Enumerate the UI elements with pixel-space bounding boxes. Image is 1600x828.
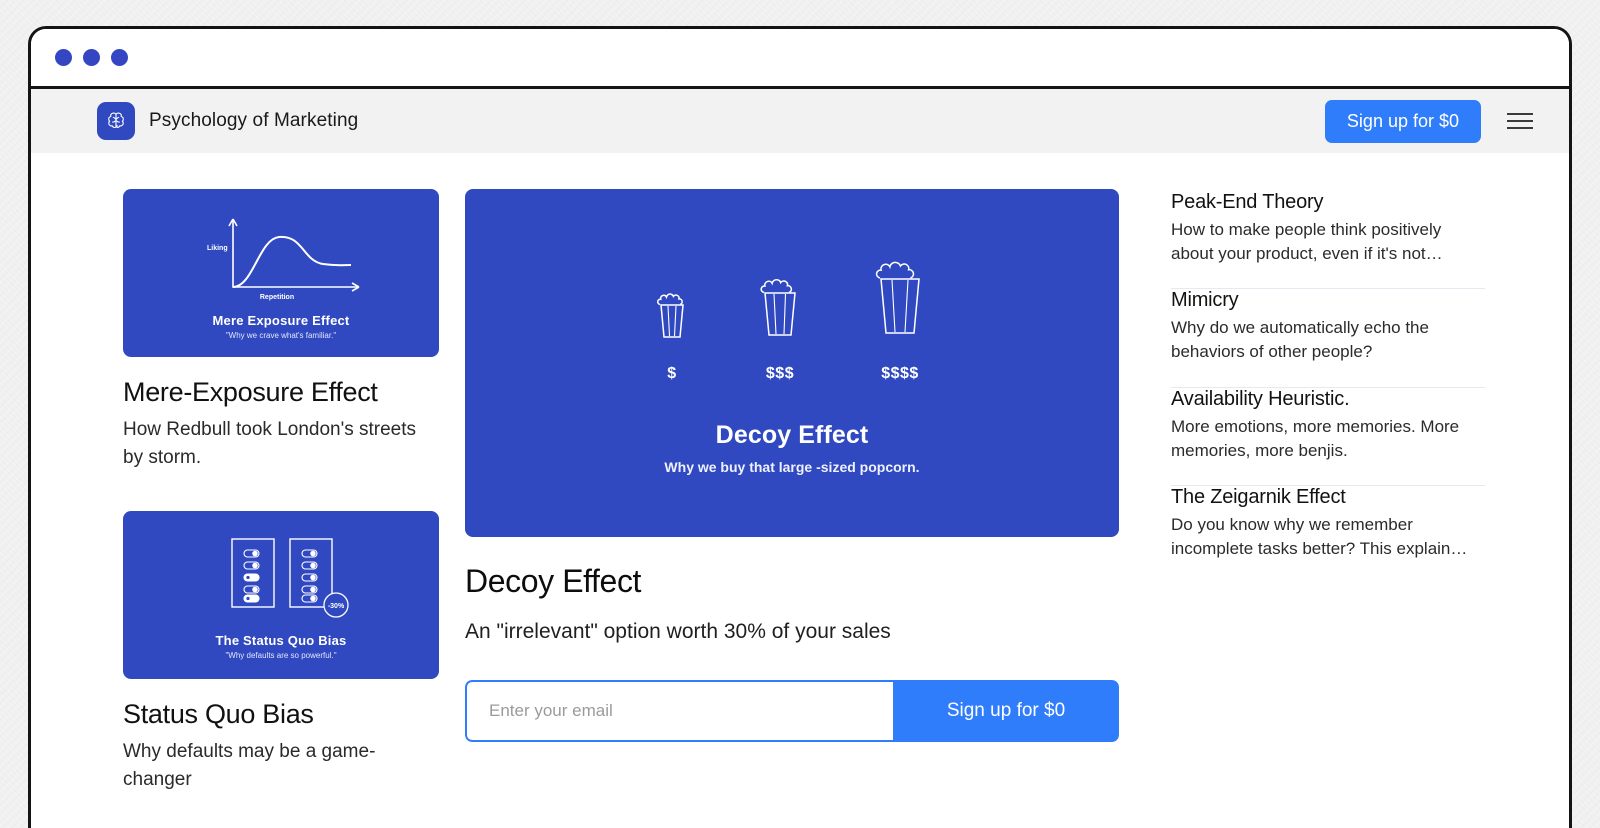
browser-titlebar: [31, 29, 1569, 89]
list-item[interactable]: Availability Heuristic. More emotions, m…: [1171, 388, 1485, 485]
article-title: Availability Heuristic.: [1171, 387, 1350, 410]
article-title: The Zeigarnik Effect: [1171, 485, 1346, 508]
popcorn-option-small: $: [649, 285, 695, 383]
popcorn-icon: [656, 293, 684, 338]
status-quo-toggles-icon: -30%: [231, 537, 349, 618]
brain-icon: [97, 102, 135, 140]
brand-title: Psychology of Marketing: [149, 110, 359, 131]
hero-card-decoy-effect[interactable]: $ $$$ $$$$ Decoy Effect Why we buy that …: [465, 189, 1119, 537]
article-description: How to make people think positively abou…: [1171, 220, 1443, 264]
entry-title-mere-exposure[interactable]: Mere-Exposure Effect: [123, 377, 439, 408]
left-column-spacer: [123, 471, 439, 511]
popcorn-row: $ $$$ $$$$: [649, 251, 935, 383]
center-column: $ $$$ $$$$ Decoy Effect Why we buy that …: [465, 189, 1119, 828]
desktop-background: Psychology of Marketing Sign up for $0 L…: [0, 0, 1600, 828]
page-body: Liking Repetition Mere Exposure Effect "…: [31, 153, 1569, 828]
svg-text:Liking: Liking: [207, 245, 228, 252]
svg-text:-30%: -30%: [328, 603, 345, 610]
popcorn-option-large: $$$$: [865, 251, 935, 383]
brand[interactable]: Psychology of Marketing: [97, 102, 358, 140]
list-item[interactable]: Peak-End Theory How to make people think…: [1171, 191, 1485, 288]
right-column: Peak-End Theory How to make people think…: [1145, 189, 1485, 828]
article-description: Do you know why we remember incomplete t…: [1171, 514, 1468, 558]
signup-form: Sign up for $0: [465, 680, 1119, 742]
page-subtitle: An "irrelevant" option worth 30% of your…: [465, 620, 891, 643]
hamburger-line: [1507, 120, 1533, 122]
hamburger-menu-icon[interactable]: [1503, 109, 1537, 133]
email-input[interactable]: [465, 680, 893, 742]
popcorn-option-medium: $$$: [751, 269, 809, 383]
thumbnail-caption-title: Mere Exposure Effect: [212, 312, 350, 328]
window-dot-close[interactable]: [55, 49, 72, 66]
popcorn-icon: [875, 261, 920, 334]
article-title: Peak-End Theory: [1171, 191, 1324, 213]
entry-description-status-quo: Why defaults may be a game-changer: [123, 741, 376, 790]
header-signup-button[interactable]: Sign up for $0: [1324, 99, 1481, 143]
site-header: Psychology of Marketing Sign up for $0: [31, 89, 1569, 153]
list-item[interactable]: The Zeigarnik Effect Do you know why we …: [1171, 486, 1485, 583]
browser-window: Psychology of Marketing Sign up for $0 L…: [28, 26, 1572, 828]
article-description: Why do we automatically echo the behavio…: [1171, 318, 1429, 362]
svg-text:Repetition: Repetition: [260, 294, 294, 301]
popcorn-icon: [760, 278, 796, 336]
article-title: Mimicry: [1171, 289, 1239, 312]
entry-description-mere-exposure: How Redbull took London's streets by sto…: [123, 419, 417, 468]
thumbnail-caption-subtitle: "Why defaults are so powerful.": [225, 650, 337, 660]
thumbnail-caption-subtitle: "Why we crave what's familiar.": [225, 330, 337, 340]
thumbnail-card-mere-exposure[interactable]: Liking Repetition Mere Exposure Effect "…: [123, 189, 439, 357]
popcorn-price-small: $: [667, 365, 677, 382]
thumbnail-caption-title: The Status Quo Bias: [215, 632, 347, 648]
window-dot-minimize[interactable]: [83, 49, 100, 66]
popcorn-price-medium: $$$: [765, 365, 795, 382]
page-title[interactable]: Decoy Effect: [465, 563, 1119, 600]
entry-title-status-quo[interactable]: Status Quo Bias: [123, 699, 439, 730]
hamburger-line: [1507, 113, 1533, 115]
left-column: Liking Repetition Mere Exposure Effect "…: [123, 189, 439, 828]
mere-exposure-chart-icon: Liking Repetition: [207, 218, 360, 301]
thumbnail-card-status-quo[interactable]: -30% The Status Quo Bias "Why defaults a…: [123, 511, 439, 680]
article-description: More emotions, more memories. More memor…: [1171, 416, 1460, 460]
popcorn-price-large: $$$$: [881, 365, 919, 382]
signup-submit-button[interactable]: Sign up for $0: [893, 680, 1119, 742]
window-controls: [55, 49, 128, 66]
header-actions: Sign up for $0: [1324, 99, 1537, 143]
list-item[interactable]: Mimicry Why do we automatically echo the…: [1171, 289, 1485, 386]
hamburger-line: [1507, 127, 1533, 129]
window-dot-maximize[interactable]: [111, 49, 128, 66]
hero-card-subtitle: Why we buy that large -sized popcorn.: [664, 459, 920, 475]
hero-card-title: Decoy Effect: [715, 421, 869, 449]
